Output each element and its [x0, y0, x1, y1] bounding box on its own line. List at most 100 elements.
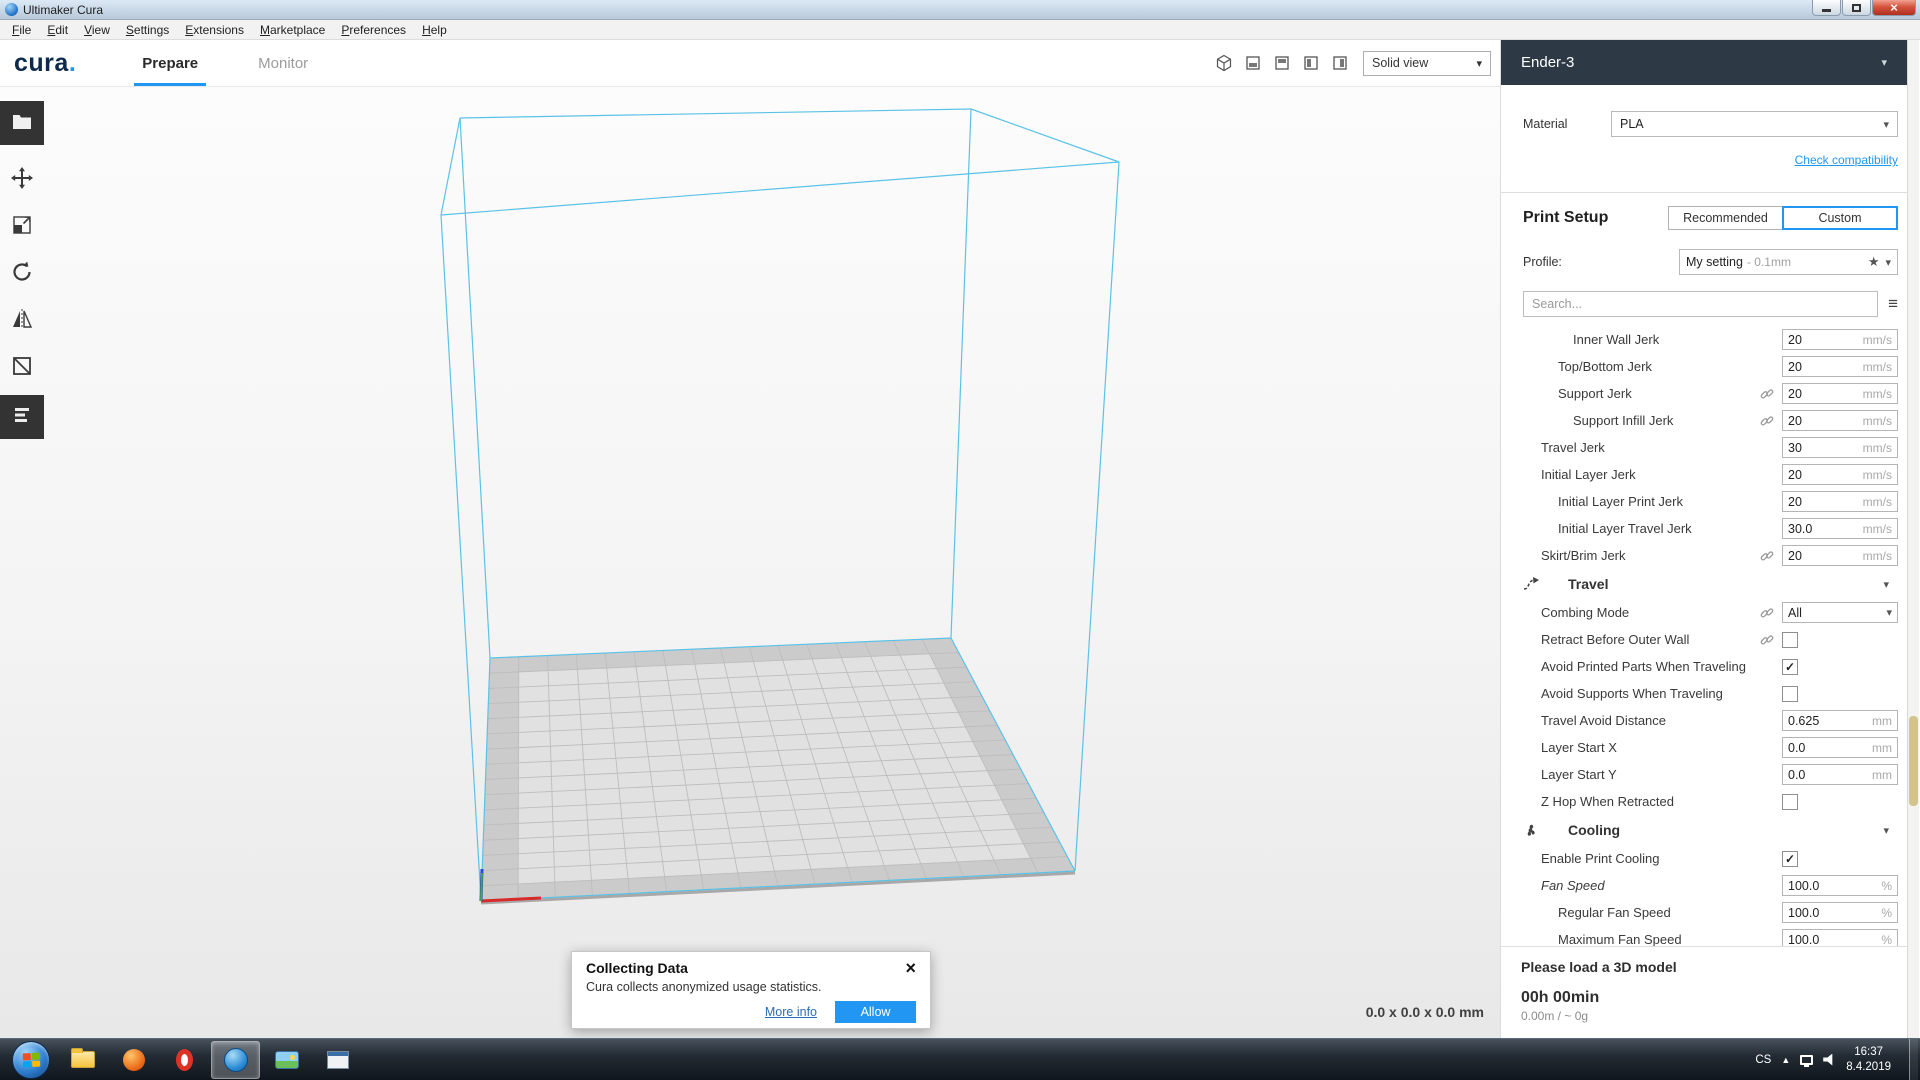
setting-input[interactable]: 20mm/s — [1782, 464, 1898, 485]
taskbar-windows-explorer-button[interactable] — [58, 1041, 107, 1079]
custom-button[interactable]: Custom — [1782, 206, 1898, 230]
dialog-title: Collecting Data — [586, 960, 688, 976]
per-model-settings-button[interactable] — [0, 395, 44, 439]
allow-button[interactable]: Allow — [835, 1001, 916, 1023]
category-label: Cooling — [1568, 822, 1883, 838]
checkbox[interactable]: ✓ — [1782, 659, 1798, 675]
setting-row: Top/Bottom Jerk20mm/s — [1501, 353, 1907, 380]
machine-selector[interactable]: Ender-3 ▾ — [1501, 40, 1907, 85]
view-front-icon[interactable] — [1244, 54, 1262, 72]
setting-label: Combing Mode — [1501, 605, 1760, 620]
start-button[interactable] — [12, 1041, 50, 1079]
setting-row: Initial Layer Travel Jerk30.0mm/s — [1501, 515, 1907, 542]
taskbar-opera-button[interactable] — [160, 1041, 209, 1079]
setting-input[interactable]: 0.0mm — [1782, 764, 1898, 785]
view-left-icon[interactable] — [1302, 54, 1320, 72]
scrollbar-thumb[interactable] — [1909, 716, 1918, 806]
menu-extensions[interactable]: Extensions — [177, 21, 252, 39]
mirror-button[interactable] — [0, 302, 44, 340]
menu-settings[interactable]: Settings — [118, 21, 177, 39]
search-input[interactable] — [1523, 291, 1878, 317]
setting-input[interactable]: 0.0mm — [1782, 737, 1898, 758]
view-right-icon[interactable] — [1331, 54, 1349, 72]
setting-input[interactable]: 0.625mm — [1782, 710, 1898, 731]
menu-marketplace[interactable]: Marketplace — [252, 21, 333, 39]
setting-label: Avoid Supports When Traveling — [1501, 686, 1782, 701]
setting-input[interactable]: 30mm/s — [1782, 437, 1898, 458]
checkbox[interactable] — [1782, 686, 1798, 702]
tab-prepare[interactable]: Prepare — [134, 40, 206, 86]
per-model-settings-icon — [11, 404, 33, 431]
check-compatibility-link[interactable]: Check compatibility — [1795, 153, 1898, 167]
checkbox[interactable]: ✓ — [1782, 851, 1798, 867]
checkbox[interactable] — [1782, 794, 1798, 810]
setting-input[interactable]: 20mm/s — [1782, 491, 1898, 512]
display-icon[interactable] — [1800, 1055, 1813, 1065]
rotate-button[interactable] — [0, 255, 44, 293]
view-mode-select[interactable]: Solid view ▾ — [1363, 51, 1491, 76]
maximize-button[interactable] — [1842, 0, 1871, 16]
view-3d-icon[interactable] — [1215, 54, 1233, 72]
setting-input[interactable]: 20mm/s — [1782, 329, 1898, 350]
category-cooling[interactable]: Cooling▾ — [1501, 815, 1907, 845]
view-top-icon[interactable] — [1273, 54, 1291, 72]
menu-preferences[interactable]: Preferences — [333, 21, 414, 39]
open-file-button[interactable] — [0, 101, 44, 145]
move-button[interactable] — [0, 161, 44, 199]
setting-select[interactable]: All▾ — [1782, 602, 1898, 623]
setting-label: Layer Start X — [1501, 740, 1782, 755]
chevron-down-icon: ▾ — [1885, 256, 1891, 269]
chevron-up-icon[interactable]: ▲ — [1781, 1055, 1790, 1065]
firefox-icon — [123, 1049, 145, 1071]
setting-row: Travel Jerk30mm/s — [1501, 434, 1907, 461]
menu-help[interactable]: Help — [414, 21, 455, 39]
setting-input[interactable]: 100.0% — [1782, 929, 1898, 946]
setting-row: Regular Fan Speed100.0% — [1501, 899, 1907, 926]
minimize-button[interactable] — [1812, 0, 1841, 16]
load-model-message: Please load a 3D model — [1521, 959, 1887, 975]
close-button[interactable]: × — [1872, 0, 1916, 16]
show-desktop-button[interactable] — [1909, 1039, 1918, 1080]
language-indicator[interactable]: CS — [1755, 1054, 1771, 1066]
setting-label: Layer Start Y — [1501, 767, 1782, 782]
setting-input[interactable]: 20mm/s — [1782, 545, 1898, 566]
material-select[interactable]: PLA ▾ — [1611, 111, 1898, 137]
setting-input[interactable]: 20mm/s — [1782, 383, 1898, 404]
setting-input[interactable]: 20mm/s — [1782, 410, 1898, 431]
link-icon — [1760, 414, 1774, 428]
material-value: PLA — [1620, 117, 1644, 131]
taskbar-cura-button[interactable] — [211, 1041, 260, 1079]
setting-input[interactable]: 100.0% — [1782, 902, 1898, 923]
tab-monitor[interactable]: Monitor — [250, 40, 316, 86]
menu-file[interactable]: File — [4, 21, 39, 39]
setting-input[interactable]: 30.0mm/s — [1782, 518, 1898, 539]
cooling-icon — [1522, 822, 1542, 839]
category-travel[interactable]: Travel▾ — [1501, 569, 1907, 599]
rotate-icon — [11, 261, 33, 288]
chevron-down-icon: ▾ — [1883, 118, 1889, 131]
volume-icon[interactable] — [1823, 1054, 1836, 1066]
profile-suffix: - 0.1mm — [1747, 255, 1791, 269]
close-icon[interactable]: × — [905, 961, 916, 975]
material-label: Material — [1523, 117, 1611, 131]
profile-select[interactable]: My setting - 0.1mm ★ ▾ — [1679, 249, 1898, 275]
setting-label: Top/Bottom Jerk — [1501, 359, 1782, 374]
more-info-link[interactable]: More info — [765, 1005, 817, 1019]
scale-button[interactable] — [0, 208, 44, 246]
taskbar-clock[interactable]: 16:37 8.4.2019 — [1846, 1045, 1891, 1075]
settings-menu-icon[interactable]: ≡ — [1888, 294, 1898, 314]
taskbar-photo-viewer-button[interactable] — [262, 1041, 311, 1079]
print-setup-title: Print Setup — [1523, 209, 1608, 227]
support-blocker-button[interactable] — [0, 349, 44, 387]
setting-input[interactable]: 100.0% — [1782, 875, 1898, 896]
menu-edit[interactable]: Edit — [39, 21, 76, 39]
taskbar-firefox-button[interactable] — [109, 1041, 158, 1079]
settings-scrollbar[interactable] — [1907, 40, 1919, 1038]
recommended-button[interactable]: Recommended — [1668, 206, 1782, 230]
setting-input[interactable]: 20mm/s — [1782, 356, 1898, 377]
link-icon — [1760, 387, 1774, 401]
viewport-3d[interactable]: Collecting Data × Cura collects anonymiz… — [0, 87, 1500, 1038]
taskbar-notepad-button[interactable] — [313, 1041, 362, 1079]
menu-view[interactable]: View — [76, 21, 118, 39]
checkbox[interactable] — [1782, 632, 1798, 648]
